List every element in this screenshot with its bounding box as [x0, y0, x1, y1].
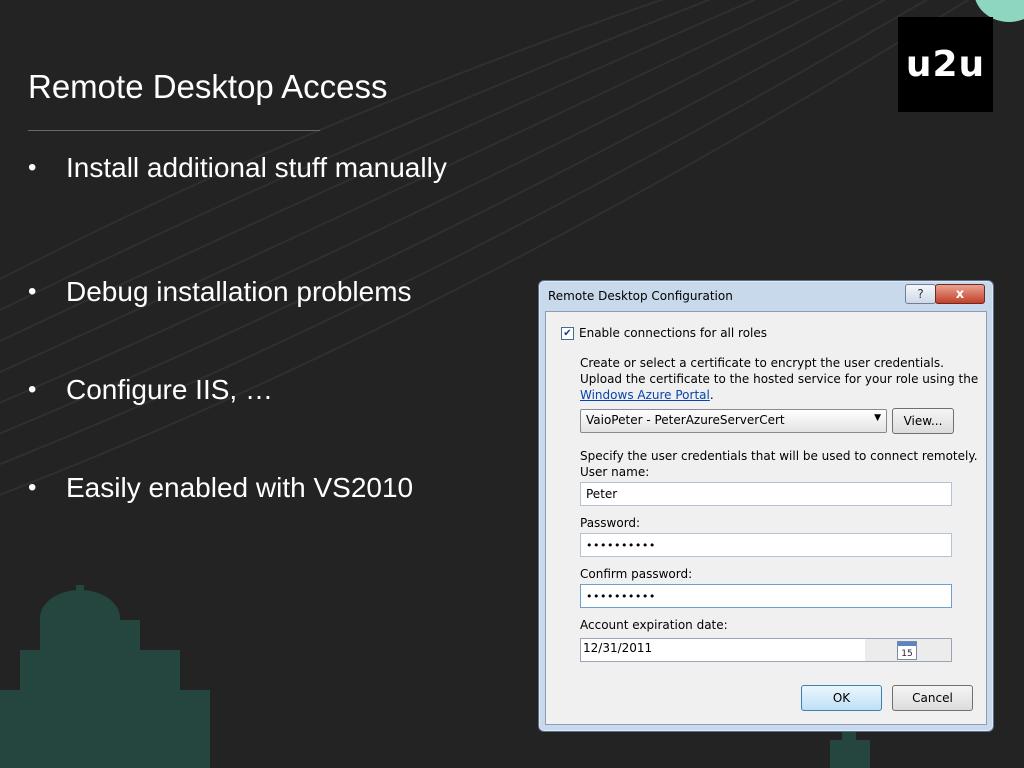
close-icon: x	[955, 286, 965, 302]
bullet-dot: •	[28, 278, 37, 305]
close-button[interactable]: x	[935, 284, 985, 304]
confirm-password-label: Confirm password:	[580, 567, 693, 581]
bullet-text: Debug installation problems	[66, 276, 412, 307]
certificate-instructions-line1: Create or select a certificate to encryp…	[580, 356, 944, 370]
credentials-instructions: Specify the user credentials that will b…	[580, 449, 978, 463]
remote-desktop-dialog: Remote Desktop Configuration ? x ✔ Enabl…	[538, 280, 994, 732]
password-field[interactable]: ••••••••••	[580, 533, 952, 557]
expiration-date-label: Account expiration date:	[580, 618, 728, 632]
confirm-password-value: ••••••••••	[586, 590, 656, 603]
username-value: Peter	[586, 487, 618, 501]
dialog-titlebar[interactable]: Remote Desktop Configuration ? x	[539, 281, 993, 311]
cancel-button[interactable]: Cancel	[892, 685, 973, 711]
building-silhouette	[0, 585, 210, 768]
bullet-dot: •	[28, 376, 37, 403]
view-certificate-button[interactable]: View...	[892, 408, 954, 434]
bullet-item: • Easily enabled with VS2010	[28, 439, 447, 537]
bullet-text: Install additional stuff manually	[66, 151, 447, 183]
username-field[interactable]: Peter	[580, 482, 952, 506]
help-icon: ?	[917, 287, 924, 301]
certificate-instructions-line2: Upload the certificate to the hosted ser…	[580, 372, 979, 386]
dropdown-arrow-icon: ▼	[874, 413, 881, 423]
certificate-dropdown[interactable]: VaioPeter - PeterAzureServerCert ▼	[580, 409, 887, 433]
title-divider	[28, 130, 320, 131]
dialog-title: Remote Desktop Configuration	[548, 289, 733, 303]
confirm-password-field[interactable]: ••••••••••	[580, 584, 952, 608]
u2u-logo: u2u	[898, 17, 993, 112]
bullet-item: • Debug installation problems	[28, 243, 447, 341]
bullet-item: • Install additional stuff manually	[28, 145, 447, 190]
enable-connections-checkbox[interactable]: ✔	[561, 326, 574, 340]
bullet-dot: •	[28, 474, 37, 501]
bullet-text: Easily enabled with VS2010	[66, 472, 414, 503]
calendar-icon[interactable]: 15	[897, 641, 917, 660]
dialog-body: ✔ Enable connections for all roles Creat…	[545, 311, 987, 725]
checkmark-icon: ✔	[563, 327, 572, 339]
slide: u2u Remote Desktop Access • Install addi…	[0, 0, 1024, 768]
enable-connections-label: Enable connections for all roles	[579, 326, 768, 340]
expiration-date-value: 12/31/2011	[583, 641, 653, 655]
password-label: Password:	[580, 516, 641, 530]
bullet-text: Configure IIS, …	[66, 374, 273, 405]
bullet-dot: •	[28, 153, 37, 181]
certificate-selected-value: VaioPeter - PeterAzureServerCert	[586, 413, 785, 427]
bullet-item: • Configure IIS, …	[28, 341, 447, 439]
expiration-date-picker[interactable]: 12/31/2011 15	[580, 638, 952, 662]
calendar-button-area[interactable]: 15	[865, 639, 951, 661]
enable-connections-row[interactable]: ✔ Enable connections for all roles	[561, 326, 767, 340]
windows-azure-portal-link[interactable]: Windows Azure Portal	[580, 388, 710, 402]
username-label: User name:	[580, 465, 650, 479]
bullet-list: • Install additional stuff manually • De…	[28, 145, 447, 537]
ok-button[interactable]: OK	[801, 685, 882, 711]
help-button[interactable]: ?	[905, 284, 936, 304]
portal-link-line: Windows Azure Portal.	[580, 387, 714, 403]
slide-title: Remote Desktop Access	[28, 68, 388, 105]
password-value: ••••••••••	[586, 539, 656, 552]
portal-link-suffix: .	[709, 388, 714, 402]
